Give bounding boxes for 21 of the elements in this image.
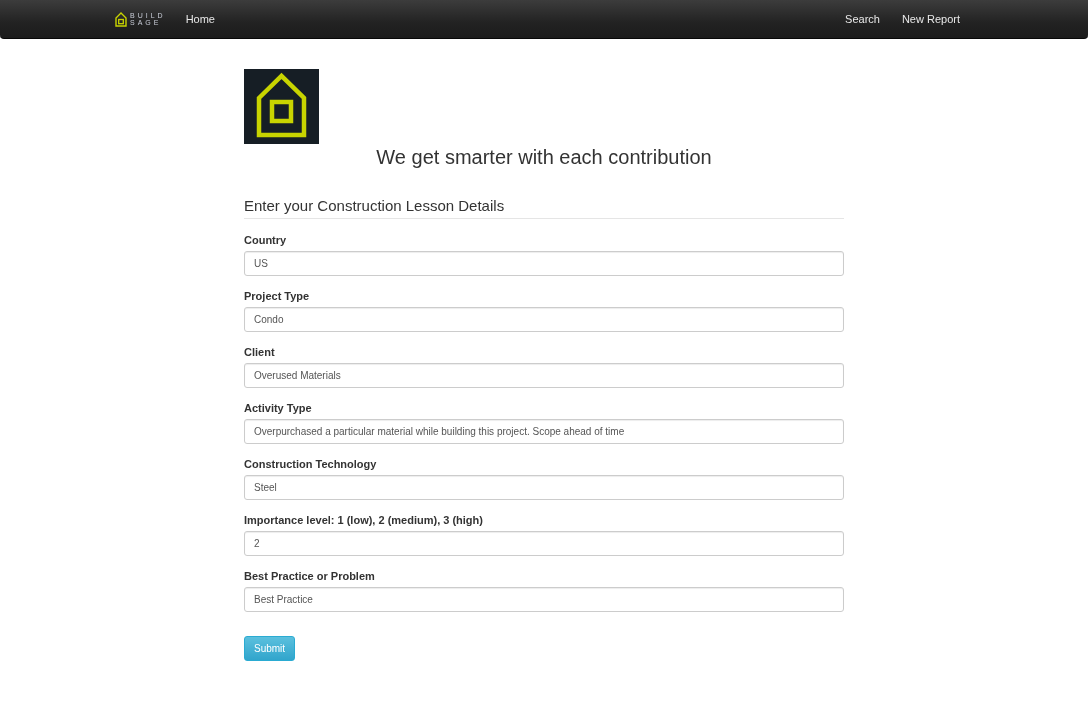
input-field[interactable]: Condo bbox=[244, 307, 844, 332]
nav-link[interactable]: Search bbox=[845, 9, 880, 29]
input-field[interactable]: Best Practice bbox=[244, 587, 844, 612]
field-label: Project Type bbox=[244, 289, 310, 303]
input-field[interactable]: Overpurchased a particular material while building this project. Scope ahead of time bbox=[244, 419, 844, 444]
nav-link[interactable]: New Report bbox=[901, 9, 960, 29]
page-heading: We get smarter with each contribution bbox=[376, 145, 712, 170]
house-logo-icon bbox=[244, 69, 319, 144]
input-field[interactable]: Steel bbox=[244, 475, 844, 500]
input-field[interactable]: 2 bbox=[244, 531, 844, 556]
field-label: Activity Type bbox=[244, 401, 312, 415]
house-logo-icon bbox=[115, 11, 127, 27]
input-field[interactable]: Overused Materials bbox=[244, 363, 844, 388]
field-label: Best Practice or Problem bbox=[244, 569, 375, 583]
field-label: Client bbox=[244, 345, 275, 359]
input-field[interactable]: US bbox=[244, 251, 844, 276]
field-label: Construction Technology bbox=[244, 457, 377, 471]
field-label: Country bbox=[244, 233, 287, 247]
nav-link[interactable]: Home bbox=[185, 9, 215, 29]
form-legend: Enter your Construction Lesson Details bbox=[244, 196, 844, 219]
field-label: Importance level: 1 (low), 2 (medium), 3 (high) bbox=[244, 513, 483, 527]
